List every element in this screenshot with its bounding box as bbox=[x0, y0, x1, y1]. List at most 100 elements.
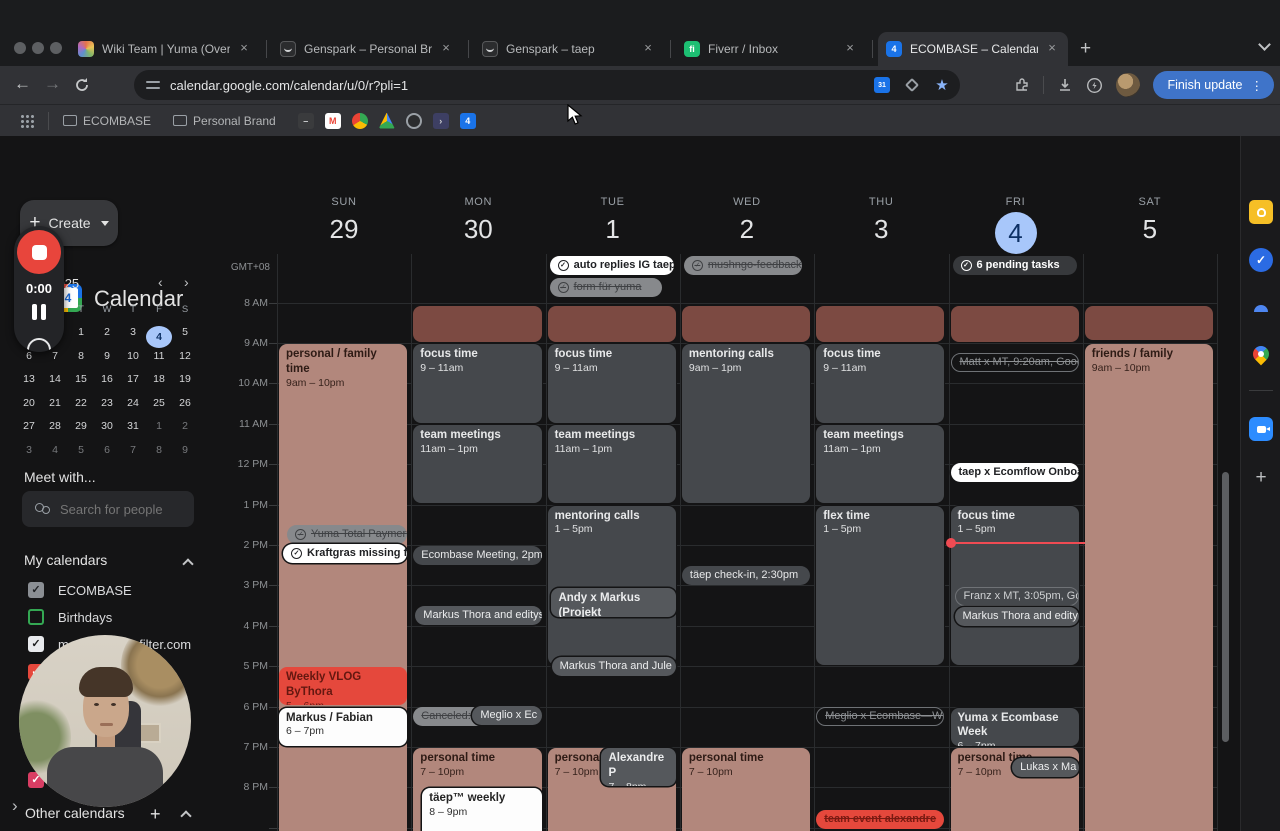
maps-icon[interactable] bbox=[1249, 342, 1273, 366]
window-close-button[interactable] bbox=[14, 42, 26, 54]
downloads-icon[interactable] bbox=[1057, 77, 1073, 93]
event-chip[interactable]: Meglio x Ec bbox=[472, 706, 542, 726]
day-number[interactable]: 2 bbox=[680, 214, 814, 245]
reload-icon[interactable] bbox=[74, 77, 90, 93]
tasks-icon[interactable]: ✓ bbox=[1249, 248, 1273, 272]
mini-cal-day[interactable]: 9 bbox=[94, 350, 120, 362]
event[interactable] bbox=[547, 305, 676, 342]
recorder-stop-button[interactable] bbox=[17, 230, 61, 274]
mini-cal-day[interactable]: 27 bbox=[16, 420, 42, 432]
mini-cal-day[interactable]: 22 bbox=[68, 397, 94, 409]
contacts-icon[interactable] bbox=[1249, 296, 1273, 320]
event[interactable]: focus time 9 – 11am bbox=[816, 343, 945, 423]
event[interactable]: mentoring calls 9am – 1pm bbox=[681, 343, 811, 504]
mini-cal-day[interactable]: 15 bbox=[68, 373, 94, 385]
event[interactable]: Alexandre P 7 – 8pm bbox=[601, 747, 676, 787]
gmail-bookmark-icon[interactable]: M bbox=[324, 112, 341, 129]
mini-cal-day[interactable]: 18 bbox=[146, 373, 172, 385]
window-zoom-button[interactable] bbox=[50, 42, 62, 54]
mini-cal-day[interactable]: 8 bbox=[146, 444, 172, 456]
event[interactable] bbox=[413, 305, 542, 342]
event[interactable]: focus time 1 – 5pm bbox=[950, 505, 1079, 666]
day-number[interactable]: 29 bbox=[277, 214, 411, 245]
event[interactable]: team meetings 11am – 1pm bbox=[816, 424, 945, 504]
calendar-bookmark-icon[interactable]: 4 bbox=[459, 112, 476, 129]
mini-cal-day[interactable]: 8 bbox=[68, 350, 94, 362]
all-day-chip[interactable]: ✓ 6 pending tasks bbox=[952, 256, 1077, 275]
browser-tab[interactable]: Genspark – taep × bbox=[474, 32, 664, 66]
mini-cal-day[interactable]: 4 bbox=[42, 444, 68, 456]
calendar-checkbox[interactable]: ✓ bbox=[28, 582, 44, 598]
event-chip[interactable]: taep x Ecomflow Onboar bbox=[950, 463, 1079, 483]
panel-expand-chevron[interactable]: › bbox=[12, 796, 18, 816]
browser-menu-icon[interactable]: ⋮ bbox=[1251, 78, 1265, 93]
event[interactable]: Markus / Fabian 6 – 7pm bbox=[279, 707, 408, 746]
site-settings-icon[interactable] bbox=[146, 80, 160, 90]
event[interactable] bbox=[950, 305, 1079, 342]
mini-cal-day[interactable]: 4 bbox=[146, 326, 172, 348]
mini-cal-day[interactable]: 1 bbox=[68, 326, 94, 338]
event[interactable]: mentoring calls 1 – 5pm bbox=[547, 505, 676, 666]
omnibox[interactable]: calendar.google.com/calendar/u/0/r?pli=1… bbox=[134, 70, 960, 100]
mini-cal-day[interactable]: 12 bbox=[172, 350, 198, 362]
mini-cal-day[interactable]: 11 bbox=[146, 350, 172, 362]
loom-bookmark-icon[interactable] bbox=[405, 112, 422, 129]
day-number[interactable]: 3 bbox=[814, 214, 948, 245]
mini-cal-day[interactable]: 3 bbox=[16, 444, 42, 456]
tab-close-icon[interactable]: × bbox=[1044, 41, 1060, 57]
mini-cal-day[interactable]: 28 bbox=[42, 420, 68, 432]
drive-bookmark-icon[interactable] bbox=[378, 112, 395, 129]
event-chip[interactable]: Matt x MT, 9:20am, Google bbox=[950, 353, 1079, 372]
event-chip[interactable]: Franz x MT, 3:05pm, Goo bbox=[954, 586, 1079, 606]
new-tab-button[interactable]: + bbox=[1080, 38, 1091, 60]
event-chip[interactable]: ✓ Yuma Total Payment bbox=[287, 524, 408, 544]
browser-tab[interactable]: Wiki Team | Yuma (Overview) × bbox=[70, 32, 260, 66]
mini-cal-day[interactable]: 23 bbox=[94, 397, 120, 409]
event[interactable]: team meetings 11am – 1pm bbox=[413, 424, 542, 504]
recorder-pause-button[interactable] bbox=[31, 304, 47, 320]
browser-tab[interactable]: fi Fiverr / Inbox × bbox=[676, 32, 866, 66]
mini-cal-day[interactable]: 30 bbox=[94, 420, 120, 432]
event[interactable] bbox=[681, 305, 811, 342]
battery-saver-icon[interactable] bbox=[1086, 77, 1103, 94]
event[interactable]: personal / family time 9am – 10pm bbox=[279, 343, 408, 831]
event[interactable]: täep™ weekly 8 – 9pm bbox=[422, 788, 542, 831]
mini-cal-day[interactable]: 13 bbox=[16, 373, 42, 385]
mini-cal-day[interactable]: 17 bbox=[120, 373, 146, 385]
finish-update-button[interactable]: Finish update ⋮ bbox=[1153, 71, 1274, 99]
event[interactable] bbox=[816, 305, 945, 342]
event[interactable]: focus time 9 – 11am bbox=[547, 343, 676, 423]
forward-icon[interactable]: → bbox=[44, 74, 61, 94]
mini-cal-day[interactable]: 26 bbox=[172, 397, 198, 409]
back-icon[interactable]: ← bbox=[14, 74, 31, 94]
mini-cal-day[interactable]: 29 bbox=[68, 420, 94, 432]
tab-search-chevron-icon[interactable] bbox=[1258, 38, 1271, 51]
event-chip[interactable]: Markus Thora and edity bbox=[954, 606, 1079, 626]
mini-cal-day[interactable]: 25 bbox=[146, 397, 172, 409]
bookmark-app-icon[interactable]: – bbox=[297, 112, 314, 129]
event[interactable]: Yuma x Ecombase Week6 – 7pm bbox=[950, 707, 1079, 746]
my-calendars-collapse-icon[interactable] bbox=[182, 558, 194, 570]
mini-cal-day[interactable]: 6 bbox=[94, 444, 120, 456]
tab-close-icon[interactable]: × bbox=[438, 41, 454, 57]
event-chip[interactable]: Markus Thora and Jule bbox=[551, 657, 676, 677]
tab-close-icon[interactable]: × bbox=[842, 41, 858, 57]
calendar-checkbox[interactable] bbox=[28, 609, 44, 625]
zoom-icon[interactable] bbox=[1249, 417, 1273, 441]
add-other-calendar-button[interactable]: + bbox=[150, 804, 161, 825]
event[interactable]: personal time 7 – 10pm bbox=[681, 747, 811, 831]
day-number[interactable]: 4 bbox=[949, 212, 1083, 254]
grid-scrollbar[interactable] bbox=[1222, 472, 1229, 742]
terminal-bookmark-icon[interactable]: › bbox=[432, 112, 449, 129]
mini-cal-day[interactable]: 21 bbox=[42, 397, 68, 409]
extensions-puzzle-icon[interactable] bbox=[1014, 77, 1030, 93]
bookmark-folder-personal-brand[interactable]: Personal Brand bbox=[173, 114, 276, 128]
event[interactable]: Weekly VLOG ByThora5 – 6pm bbox=[279, 667, 408, 706]
other-calendars-collapse-icon[interactable] bbox=[180, 810, 192, 822]
mini-cal-day[interactable]: 19 bbox=[172, 373, 198, 385]
event[interactable]: friends / family 9am – 10pm bbox=[1084, 343, 1214, 831]
calendar-list-item[interactable]: ✓ ECOMBASE bbox=[28, 582, 132, 598]
event[interactable]: Andy x Markus (Projekt3 – 3:45pm bbox=[551, 588, 676, 618]
mini-cal-day[interactable]: 2 bbox=[172, 420, 198, 432]
day-number[interactable]: 30 bbox=[411, 214, 545, 245]
